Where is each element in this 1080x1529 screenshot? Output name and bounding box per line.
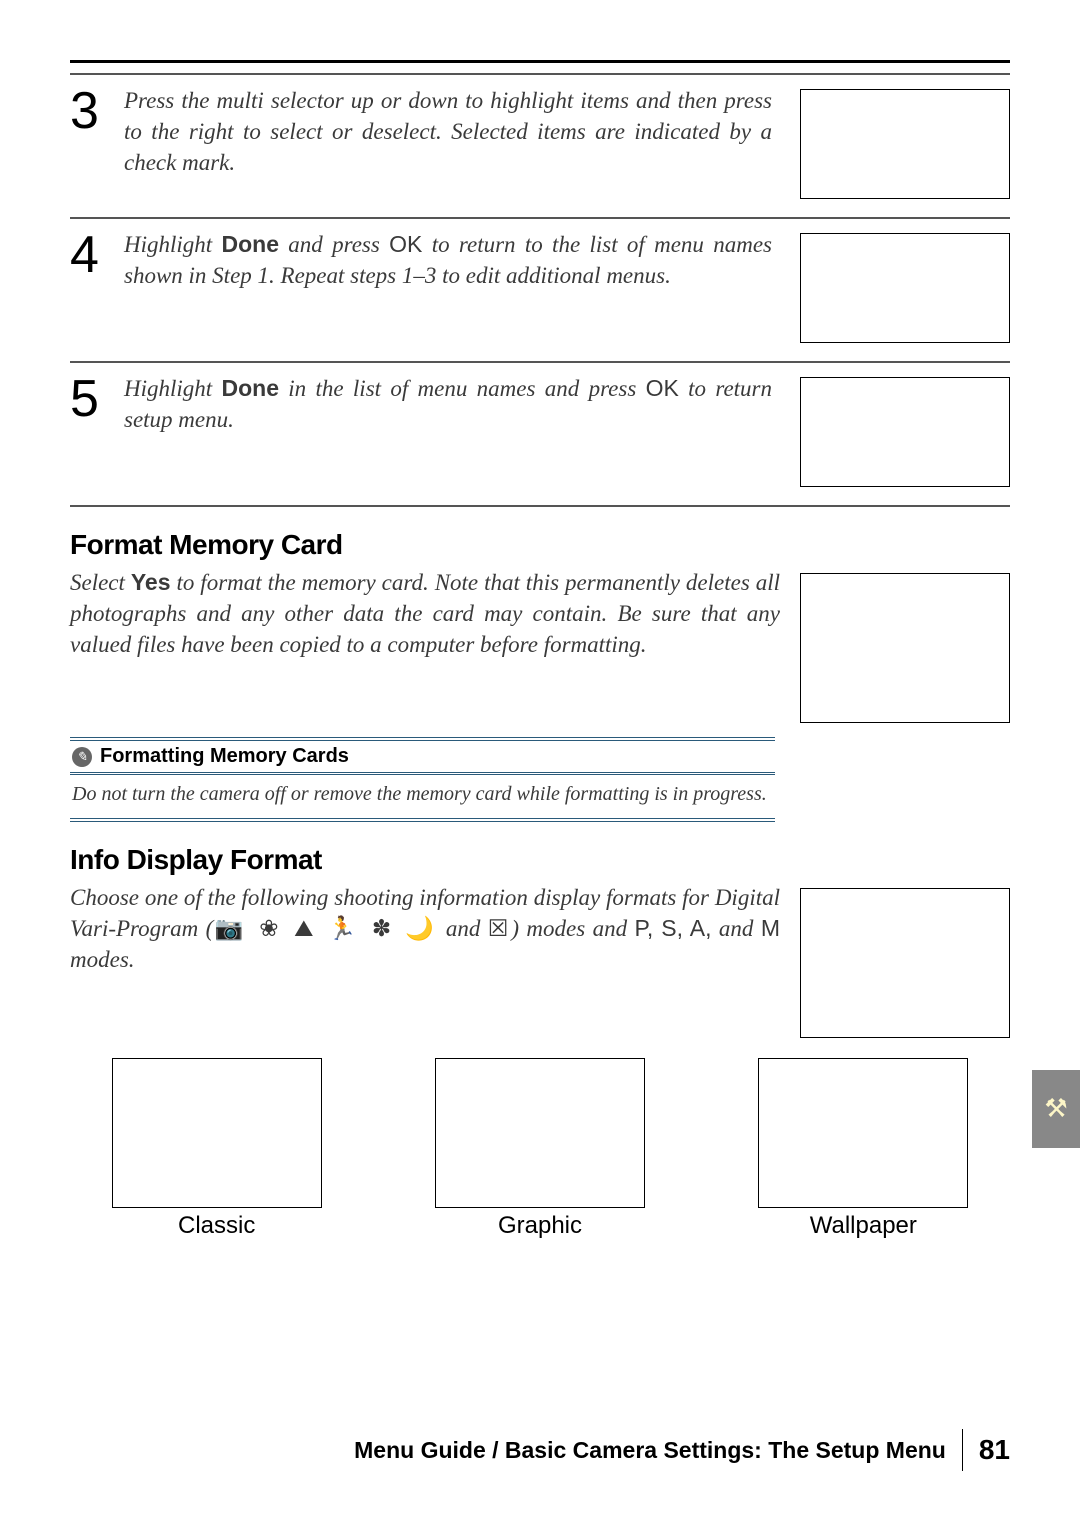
step-3-text: Press the multi selector up or down to h… bbox=[124, 85, 786, 178]
text: in the list of menu names and press bbox=[279, 376, 646, 401]
mode-icon: ☒ bbox=[488, 915, 512, 941]
step-5-screenshot bbox=[800, 377, 1010, 487]
done-label: Done bbox=[221, 375, 279, 401]
info-display-format-heading: Info Display Format bbox=[70, 844, 1010, 876]
graphic-label: Graphic bbox=[393, 1212, 686, 1240]
classic-label: Classic bbox=[70, 1212, 363, 1240]
mode-icons: 📷 ❀ ⛰ 🏃 ✽ 🌙 bbox=[213, 915, 438, 941]
wallpaper-thumbnail bbox=[758, 1058, 968, 1208]
text: and bbox=[712, 916, 761, 941]
step-number: 5 bbox=[70, 373, 110, 425]
step-5-row: 5 Highlight Done in the list of menu nam… bbox=[70, 361, 1010, 507]
note-formatting-memory-cards: ✎ Formatting Memory Cards Do not turn th… bbox=[70, 737, 775, 822]
pencil-icon: ✎ bbox=[72, 747, 92, 767]
ok-label: OK bbox=[646, 375, 679, 401]
format-card-screenshot bbox=[800, 573, 1010, 723]
info-display-screenshot bbox=[800, 888, 1010, 1038]
page-footer: Menu Guide / Basic Camera Settings: The … bbox=[70, 1429, 1010, 1471]
graphic-thumbnail bbox=[435, 1058, 645, 1208]
text: to format the memory card. Note that thi… bbox=[70, 570, 780, 657]
format-memory-card-body: Select Yes to format the memory card. No… bbox=[70, 567, 1010, 723]
step-4-row: 4 Highlight Done and press OK to return … bbox=[70, 217, 1010, 361]
text: and bbox=[438, 916, 487, 941]
page-number: 81 bbox=[979, 1434, 1010, 1466]
modes-psa: P, S, A, bbox=[635, 915, 712, 941]
footer-breadcrumb: Menu Guide / Basic Camera Settings: The … bbox=[354, 1437, 946, 1464]
classic-thumbnail bbox=[112, 1058, 322, 1208]
wallpaper-label: Wallpaper bbox=[717, 1212, 1010, 1240]
text: and press bbox=[279, 232, 389, 257]
mode-m: M bbox=[761, 915, 780, 941]
ok-label: OK bbox=[389, 231, 422, 257]
info-display-format-body: Choose one of the following shooting inf… bbox=[70, 882, 1010, 1038]
text: modes. bbox=[70, 947, 135, 972]
step-5-text: Highlight Done in the list of menu names… bbox=[124, 373, 786, 435]
step-3-screenshot bbox=[800, 89, 1010, 199]
done-label: Done bbox=[221, 231, 279, 257]
footer-separator bbox=[962, 1429, 963, 1471]
step-4-screenshot bbox=[800, 233, 1010, 343]
step-number: 3 bbox=[70, 85, 110, 137]
note-header: ✎ Formatting Memory Cards bbox=[70, 741, 775, 775]
note-body: Do not turn the camera off or remove the… bbox=[70, 775, 775, 818]
section-tab-icon: ⚒ bbox=[1032, 1070, 1080, 1148]
step-4-text: Highlight Done and press OK to return to… bbox=[124, 229, 786, 291]
yes-label: Yes bbox=[131, 569, 171, 595]
text: Select bbox=[70, 570, 131, 595]
format-memory-card-text: Select Yes to format the memory card. No… bbox=[70, 567, 780, 660]
format-wallpaper: Wallpaper bbox=[717, 1058, 1010, 1240]
display-format-options: Classic Graphic Wallpaper bbox=[70, 1058, 1010, 1240]
step-3-body: Press the multi selector up or down to h… bbox=[124, 88, 772, 175]
text: ) modes and bbox=[511, 916, 634, 941]
step-number: 4 bbox=[70, 229, 110, 281]
format-classic: Classic bbox=[70, 1058, 363, 1240]
info-display-format-text: Choose one of the following shooting inf… bbox=[70, 882, 780, 975]
text: Highlight bbox=[124, 376, 221, 401]
text: Highlight bbox=[124, 232, 221, 257]
format-graphic: Graphic bbox=[393, 1058, 686, 1240]
step-3-row: 3 Press the multi selector up or down to… bbox=[70, 73, 1010, 217]
top-rule bbox=[70, 60, 1010, 63]
format-memory-card-heading: Format Memory Card bbox=[70, 529, 1010, 561]
note-title: Formatting Memory Cards bbox=[100, 745, 349, 768]
